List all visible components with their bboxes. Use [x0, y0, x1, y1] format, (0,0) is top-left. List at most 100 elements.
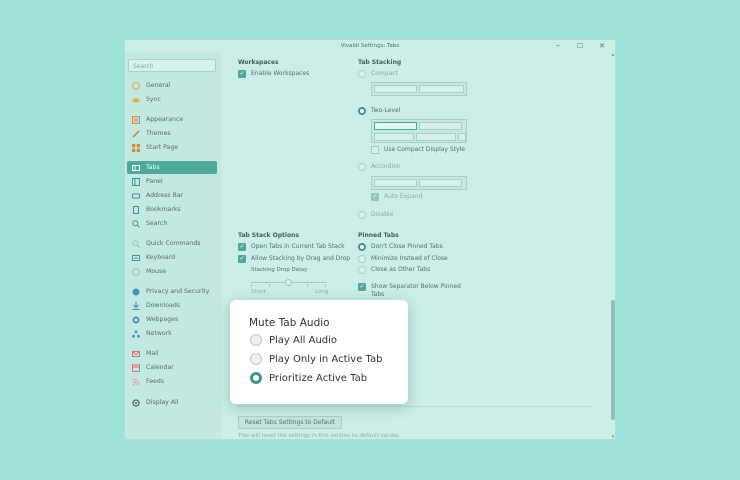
sidebar-item-themes[interactable]: Themes: [127, 127, 217, 140]
preview-tab: [416, 133, 456, 141]
sidebar-item-downloads[interactable]: Downloads: [127, 299, 217, 312]
scroll-down-icon[interactable]: ▾: [611, 435, 615, 440]
sidebar-item-label: Display All: [146, 399, 179, 406]
play-all-audio-option[interactable]: Play All Audio: [250, 334, 337, 346]
sidebar-item-start-page[interactable]: Start Page: [127, 141, 217, 154]
sidebar-item-appearance[interactable]: Appearance: [127, 113, 217, 126]
radio-label: Compact: [371, 70, 398, 77]
accordion-preview: [371, 176, 467, 190]
settings-sidebar: Search General Sync Appearance Themes St…: [125, 52, 221, 439]
sidebar-item-label: Start Page: [146, 144, 179, 151]
two-level-radio[interactable]: Two-Level: [358, 107, 400, 115]
radio-icon: [250, 334, 262, 346]
show-separator-checkbox[interactable]: ✓ Show Separator Below Pinned Tabs: [358, 283, 468, 299]
sidebar-item-feeds[interactable]: Feeds: [127, 375, 217, 388]
sidebar-item-address-bar[interactable]: Address Bar: [127, 189, 217, 202]
mouse-icon: [132, 267, 140, 276]
disable-radio[interactable]: Disable: [358, 211, 393, 219]
sidebar-item-sync[interactable]: Sync: [127, 93, 217, 106]
maximize-button[interactable]: ☐: [569, 40, 591, 52]
dont-close-pinned-radio[interactable]: Don't Close Pinned Tabs: [358, 243, 443, 251]
tabs-icon: [132, 164, 140, 172]
sidebar-item-mail[interactable]: Mail: [127, 347, 217, 360]
sidebar-item-label: Webpages: [146, 316, 179, 323]
close-as-other-radio[interactable]: Close as Other Tabs: [358, 266, 430, 274]
sidebar-item-label: Address Bar: [146, 192, 184, 199]
checkbox-check-icon: ✓: [371, 193, 379, 201]
stacking-delay-slider-knob[interactable]: [285, 279, 292, 286]
sidebar-item-label: Themes: [146, 130, 171, 137]
stacking-drop-delay-label: Stacking Drop Delay: [251, 267, 308, 273]
checkbox-check-icon: ✓: [358, 283, 366, 291]
sidebar-item-general[interactable]: General: [127, 79, 217, 92]
preview-tab: [458, 133, 466, 141]
accordion-radio[interactable]: Accordion: [358, 163, 401, 171]
sidebar-item-label: Mouse: [146, 268, 167, 275]
radio-label: Don't Close Pinned Tabs: [371, 243, 443, 250]
minimize-instead-radio[interactable]: Minimize Instead of Close: [358, 255, 448, 263]
radio-icon: [358, 266, 366, 274]
mail-icon: [132, 350, 140, 358]
checkbox-label: Auto Expand: [384, 193, 423, 200]
open-tabs-in-stack-checkbox[interactable]: ✓ Open Tabs in Current Tab Stack: [238, 243, 345, 251]
sidebar-item-search[interactable]: Search: [127, 217, 217, 230]
option-label: Prioritize Active Tab: [269, 372, 368, 384]
sidebar-item-mouse[interactable]: Mouse: [127, 265, 217, 278]
window-title: Vivaldi Settings: Tabs: [340, 43, 400, 49]
radio-selected-icon: [250, 372, 262, 384]
sidebar-item-label: Bookmarks: [146, 206, 181, 213]
preview-tab: [419, 122, 462, 130]
checkbox-label: Open Tabs in Current Tab Stack: [251, 243, 345, 250]
minimize-button[interactable]: –: [547, 40, 569, 52]
scrollbar-thumb[interactable]: [611, 300, 615, 420]
workspaces-heading: Workspaces: [238, 59, 279, 66]
keyboard-icon: [132, 254, 140, 262]
slider-tick: [251, 284, 252, 287]
compact-radio[interactable]: Compact: [358, 70, 398, 78]
checkbox-label: Show Separator Below Pinned Tabs: [371, 283, 461, 298]
privacy-icon: [132, 288, 140, 296]
content-scrollbar[interactable]: ▴ ▾: [611, 52, 615, 440]
allow-stacking-checkbox[interactable]: ✓ Allow Stacking by Drag and Drop: [238, 255, 350, 263]
title-bar: Vivaldi Settings: Tabs – ☐ ✕: [125, 40, 615, 52]
prioritize-active-tab-option[interactable]: Prioritize Active Tab: [250, 372, 367, 384]
auto-expand-checkbox[interactable]: ✓ Auto Expand: [371, 193, 422, 201]
appearance-icon: [132, 115, 140, 124]
two-level-preview: [371, 119, 467, 143]
sidebar-search-input[interactable]: Search: [128, 59, 216, 72]
reset-tabs-settings-button[interactable]: Reset Tabs Settings to Default: [238, 416, 342, 429]
sidebar-item-tabs[interactable]: Tabs: [127, 161, 217, 174]
display-all-icon: [132, 398, 140, 407]
downloads-icon: [132, 301, 140, 310]
sidebar-item-privacy[interactable]: Privacy and Security: [127, 285, 217, 298]
sidebar-item-label: Network: [146, 330, 172, 337]
sidebar-item-display-all[interactable]: Display All: [127, 396, 217, 409]
play-only-active-tab-option[interactable]: Play Only in Active Tab: [250, 353, 382, 365]
search-icon: [132, 219, 140, 228]
checkbox-label: Allow Stacking by Drag and Drop: [251, 255, 351, 262]
radio-icon: [250, 353, 262, 365]
mute-tab-audio-popup: Mute Tab Audio Play All Audio Play Only …: [230, 300, 408, 404]
sidebar-item-label: Panel: [146, 178, 163, 185]
scroll-up-icon[interactable]: ▴: [611, 53, 615, 58]
sidebar-item-label: Calendar: [146, 364, 174, 371]
slider-max-label: Long: [315, 289, 329, 295]
sidebar-item-label: Tabs: [146, 164, 160, 171]
general-icon: [132, 81, 140, 90]
sidebar-item-keyboard[interactable]: Keyboard: [127, 251, 217, 264]
radio-label: Minimize Instead of Close: [371, 255, 448, 262]
sidebar-item-panel[interactable]: Panel: [127, 175, 217, 188]
enable-workspaces-checkbox[interactable]: ✓ Enable Workspaces: [238, 70, 309, 78]
use-compact-display-checkbox[interactable]: Use Compact Display Style: [371, 146, 465, 154]
sidebar-item-network[interactable]: Network: [127, 327, 217, 340]
tab-stacking-heading: Tab Stacking: [358, 59, 402, 66]
sidebar-item-bookmarks[interactable]: Bookmarks: [127, 203, 217, 216]
compact-preview: [371, 82, 467, 96]
sidebar-item-label: Mail: [146, 350, 159, 357]
option-label: Play Only in Active Tab: [269, 353, 383, 365]
sidebar-item-label: Downloads: [146, 302, 180, 309]
sidebar-item-calendar[interactable]: Calendar: [127, 361, 217, 374]
sidebar-item-webpages[interactable]: Webpages: [127, 313, 217, 326]
close-button[interactable]: ✕: [591, 40, 613, 52]
sidebar-item-quick-commands[interactable]: Quick Commands: [127, 237, 217, 250]
